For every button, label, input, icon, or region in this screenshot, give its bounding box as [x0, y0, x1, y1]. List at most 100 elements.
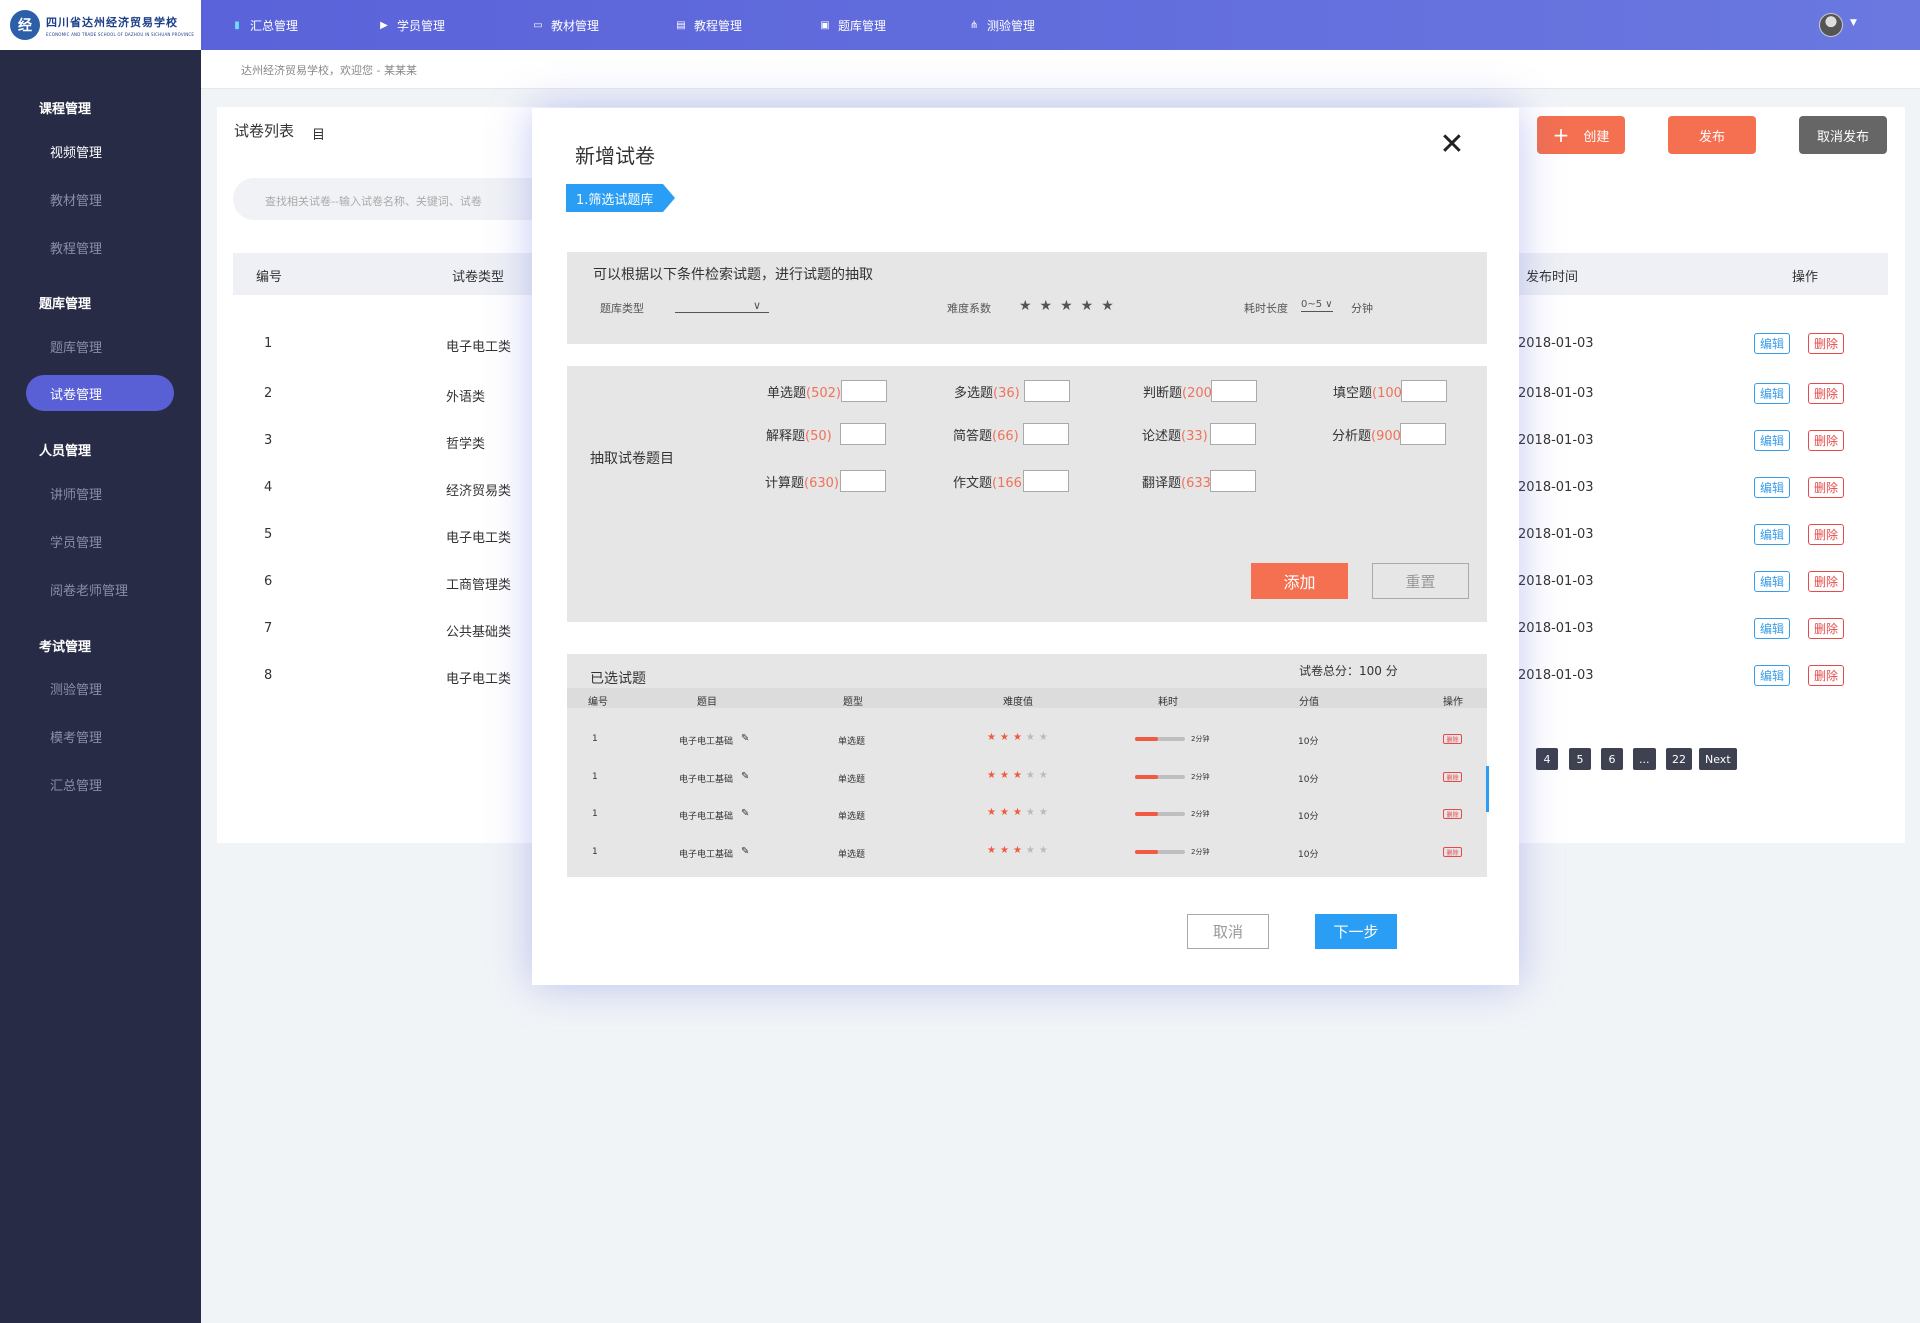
reset-button[interactable]: 重置 [1372, 563, 1469, 599]
nav-question-bank[interactable]: ▣ 题库管理 [819, 0, 886, 50]
list-view-icon[interactable]: 目 [312, 124, 325, 143]
caret-down-icon[interactable]: ▼ [1850, 18, 1857, 28]
col-ops: 操作 [1792, 270, 1819, 285]
edit-button[interactable]: 编辑 [1754, 571, 1790, 592]
question-type-label: 作文题(166) [953, 472, 1027, 491]
create-button[interactable]: + 创建 [1537, 116, 1625, 154]
question-count-input[interactable] [1210, 423, 1256, 445]
sidebar-item-exam-papers[interactable]: 试卷管理 [26, 375, 174, 411]
nav-summary[interactable]: ▮ 汇总管理 [231, 0, 298, 50]
scrollbar[interactable] [1486, 766, 1489, 812]
delete-button[interactable]: 删除 [1808, 524, 1844, 545]
step-indicator: 1.筛选试题库 [566, 184, 676, 212]
selected-row-subject: 电子电工基础 [679, 737, 734, 747]
edit-button[interactable]: 编辑 [1754, 477, 1790, 498]
duration-select[interactable]: 0~5 ∨ [1301, 299, 1333, 312]
delete-button[interactable]: 删除 [1443, 734, 1462, 744]
question-count-input[interactable] [1023, 470, 1069, 492]
table-row-date: 2018-01-03 [1518, 527, 1594, 542]
edit-button[interactable]: 编辑 [1754, 618, 1790, 639]
close-icon[interactable]: ✕ [1437, 130, 1467, 160]
sidebar-item-materials[interactable]: 教材管理 [50, 190, 102, 209]
question-count-input[interactable] [841, 380, 887, 402]
sidebar-group-question-bank: 题库管理 [39, 297, 92, 312]
publish-button[interactable]: 发布 [1668, 116, 1756, 154]
table-row-date: 2018-01-03 [1518, 336, 1594, 351]
sidebar-item-tests[interactable]: 测验管理 [50, 679, 102, 698]
page-button[interactable]: 6 [1601, 748, 1623, 770]
edit-button[interactable]: 编辑 [1754, 524, 1790, 545]
sidebar-item-lecturers[interactable]: 讲师管理 [50, 484, 102, 503]
sidebar-item-graders[interactable]: 阅卷老师管理 [50, 580, 128, 599]
cancel-button[interactable]: 取消 [1187, 914, 1269, 949]
selected-row-qtype: 单选题 [838, 737, 866, 747]
sidebar-item-question-bank[interactable]: 题库管理 [50, 337, 102, 356]
selected-row-qtype: 单选题 [838, 775, 866, 785]
nav-question-bank-label: 题库管理 [838, 18, 887, 33]
sidebar-item-video[interactable]: 视频管理 [50, 142, 102, 161]
question-count-input[interactable] [1400, 423, 1446, 445]
delete-button[interactable]: 删除 [1808, 477, 1844, 498]
question-type-count: (166) [992, 476, 1027, 491]
edit-button[interactable]: 编辑 [1754, 333, 1790, 354]
question-count-input[interactable] [1401, 380, 1447, 402]
question-type-name: 作文题 [953, 476, 993, 491]
page-button[interactable]: 22 [1666, 748, 1692, 770]
delete-button[interactable]: 删除 [1443, 847, 1462, 857]
sidebar-item-mock-exams[interactable]: 模考管理 [50, 727, 102, 746]
nav-tutorials[interactable]: ▤ 教程管理 [675, 0, 742, 50]
delete-button[interactable]: 删除 [1808, 618, 1844, 639]
user-avatar[interactable] [1819, 13, 1843, 37]
nav-tests[interactable]: ⋔ 测验管理 [968, 0, 1035, 50]
edit-icon[interactable]: ✎ [741, 733, 749, 744]
add-button[interactable]: 添加 [1251, 563, 1348, 599]
nav-students[interactable]: ▶ 学员管理 [378, 0, 445, 50]
delete-button[interactable]: 删除 [1443, 772, 1462, 782]
sidebar-item-tutorials[interactable]: 教程管理 [50, 238, 102, 257]
col-type: 试卷类型 [452, 270, 505, 285]
page-button[interactable]: 4 [1536, 748, 1558, 770]
unpublish-button[interactable]: 取消发布 [1799, 116, 1887, 154]
question-type-label: 填空题(100) [1333, 382, 1407, 401]
delete-button[interactable]: 删除 [1808, 571, 1844, 592]
page-button[interactable]: ... [1633, 748, 1656, 770]
edit-icon[interactable]: ✎ [741, 846, 749, 857]
time-bar-fill [1135, 812, 1158, 816]
table-row-date: 2018-01-03 [1518, 621, 1594, 636]
modal-title: 新增试卷 [575, 144, 655, 168]
edit-icon[interactable]: ✎ [741, 808, 749, 819]
chevron-down-icon[interactable]: ∨ [753, 299, 761, 312]
question-type-name: 解释题 [766, 429, 806, 444]
delete-button[interactable]: 删除 [1443, 809, 1462, 819]
edit-button[interactable]: 编辑 [1754, 665, 1790, 686]
edit-icon[interactable]: ✎ [741, 771, 749, 782]
question-type-count: (502) [806, 386, 841, 401]
question-type-count: (33) [1181, 429, 1208, 444]
edit-button[interactable]: 编辑 [1754, 383, 1790, 404]
sidebar-item-summary[interactable]: 汇总管理 [50, 775, 102, 794]
question-count-input[interactable] [1210, 470, 1256, 492]
delete-button[interactable]: 删除 [1808, 383, 1844, 404]
delete-button[interactable]: 删除 [1808, 665, 1844, 686]
edit-button[interactable]: 编辑 [1754, 430, 1790, 451]
bank-type-select[interactable] [675, 312, 769, 313]
school-logo[interactable]: 经 四川省达州经济贸易学校 ECONOMIC AND TRADE SCHOOL … [0, 0, 201, 50]
question-count-input[interactable] [1023, 423, 1069, 445]
page-button[interactable]: Next [1699, 748, 1737, 770]
question-count-input[interactable] [1211, 380, 1257, 402]
difficulty-stars: ★★★★★ [987, 770, 1052, 781]
delete-button[interactable]: 删除 [1808, 333, 1844, 354]
page-button[interactable]: 5 [1569, 748, 1591, 770]
question-count-input[interactable] [840, 470, 886, 492]
table-row-id: 1 [264, 336, 273, 351]
nav-materials-label: 教材管理 [551, 18, 600, 33]
question-count-input[interactable] [840, 423, 886, 445]
difficulty-rating[interactable]: ★★★★★ [1019, 298, 1122, 314]
question-count-input[interactable] [1024, 380, 1070, 402]
sidebar-item-students[interactable]: 学员管理 [50, 532, 102, 551]
star-icon: ★ [1025, 770, 1039, 781]
delete-button[interactable]: 删除 [1808, 430, 1844, 451]
next-step-button[interactable]: 下一步 [1315, 914, 1397, 949]
question-type-name: 单选题 [767, 386, 807, 401]
nav-materials[interactable]: ▭ 教材管理 [532, 0, 599, 50]
